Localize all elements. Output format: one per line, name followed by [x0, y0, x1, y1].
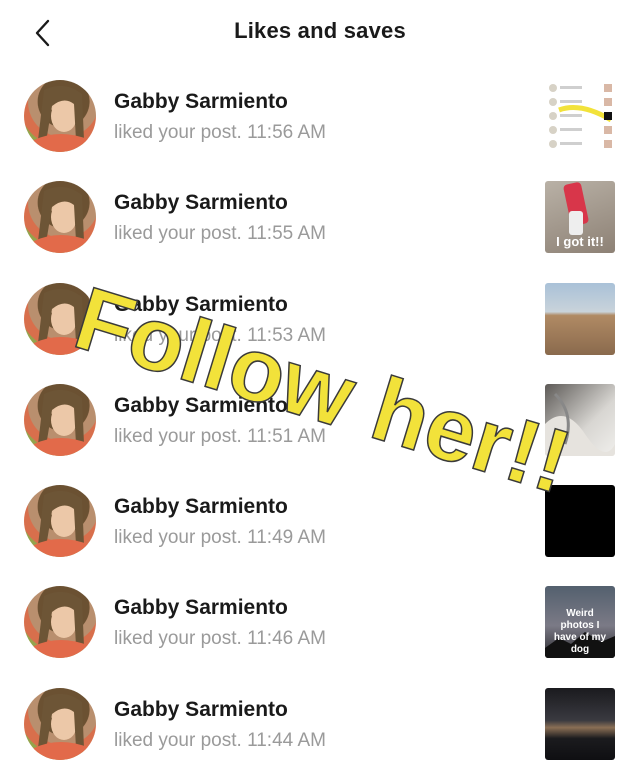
timestamp: 11:46 AM: [247, 628, 326, 650]
post-thumbnail[interactable]: [545, 687, 615, 760]
post-thumbnail[interactable]: Weird photos I have of my dog: [545, 586, 615, 659]
activity-text: liked your post. 11:51 AM: [114, 425, 326, 447]
notification-row[interactable]: Gabby Sarmiento liked your post. 11:51 A…: [0, 370, 640, 471]
notification-row[interactable]: Gabby Sarmiento liked your post. 11:44 A…: [0, 674, 640, 775]
user-name[interactable]: Gabby Sarmiento: [114, 698, 288, 722]
avatar[interactable]: [24, 383, 96, 456]
thumbnail-caption: Weird photos I have of my dog: [553, 608, 607, 656]
notification-row[interactable]: Gabby Sarmiento liked your post. 11:46 A…: [0, 572, 640, 673]
header: Likes and saves: [0, 0, 640, 66]
timestamp: 11:53 AM: [247, 324, 326, 346]
post-thumbnail[interactable]: [545, 80, 615, 152]
user-name[interactable]: Gabby Sarmiento: [114, 191, 288, 215]
activity-text: liked your post. 11:56 AM: [114, 122, 326, 143]
notification-row[interactable]: Gabby Sarmiento liked your post. 11:56 A…: [0, 66, 640, 167]
activity-text: liked your post. 11:44 AM: [114, 729, 326, 751]
activity-text: liked your post. 11:46 AM: [114, 628, 326, 650]
activity-text: liked your post. 11:55 AM: [114, 223, 326, 245]
timestamp: 11:51 AM: [247, 425, 326, 447]
post-thumbnail[interactable]: [545, 282, 615, 355]
timestamp: 11:56 AM: [247, 122, 326, 143]
page-title: Likes and saves: [234, 18, 406, 43]
activity-text: liked your post. 11:53 AM: [114, 324, 326, 346]
notification-row[interactable]: Gabby Sarmiento liked your post. 11:55 A…: [0, 167, 640, 268]
notification-row[interactable]: Gabby Sarmiento liked your post. 11:49 A…: [0, 471, 640, 572]
avatar[interactable]: [24, 80, 96, 152]
activity-text: liked your post. 11:49 AM: [114, 527, 326, 549]
user-name[interactable]: Gabby Sarmiento: [114, 394, 288, 418]
avatar[interactable]: [24, 687, 96, 760]
user-name[interactable]: Gabby Sarmiento: [114, 495, 288, 519]
user-name[interactable]: Gabby Sarmiento: [114, 596, 288, 620]
avatar[interactable]: [24, 181, 96, 254]
timestamp: 11:55 AM: [247, 223, 326, 245]
avatar[interactable]: [24, 485, 96, 558]
avatar[interactable]: [24, 586, 96, 659]
user-name[interactable]: Gabby Sarmiento: [114, 90, 288, 114]
post-thumbnail[interactable]: [545, 485, 615, 558]
user-name[interactable]: Gabby Sarmiento: [114, 293, 288, 317]
post-thumbnail[interactable]: I got it!!: [545, 181, 615, 254]
notification-row[interactable]: Gabby Sarmiento liked your post. 11:53 A…: [0, 269, 640, 370]
avatar[interactable]: [24, 282, 96, 355]
post-thumbnail[interactable]: [545, 383, 615, 456]
timestamp: 11:49 AM: [247, 527, 326, 549]
thumbnail-caption: I got it!!: [556, 234, 604, 250]
timestamp: 11:44 AM: [247, 729, 326, 751]
notification-list: Gabby Sarmiento liked your post. 11:56 A…: [0, 66, 640, 775]
